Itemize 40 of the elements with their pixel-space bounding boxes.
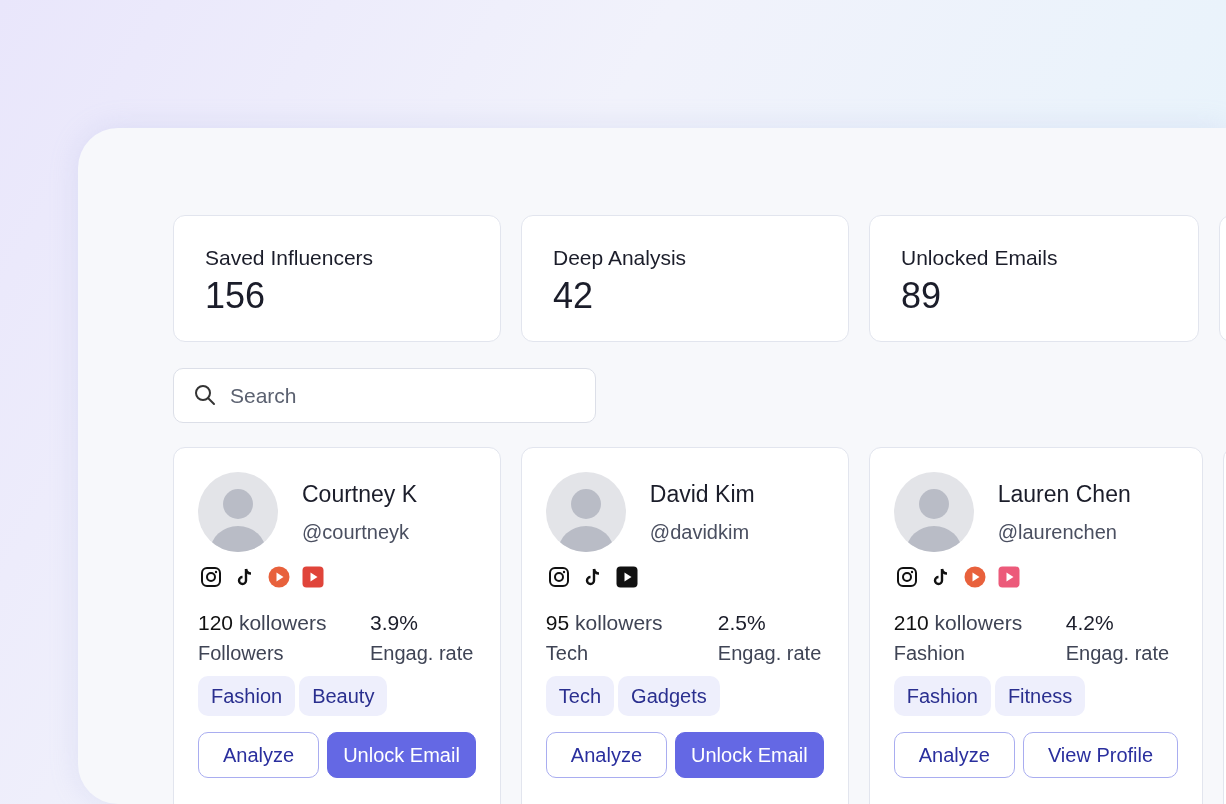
engagement-rate: 2.5% (717, 610, 766, 636)
follower-count: 120 kollowers (198, 610, 327, 636)
unlock-button[interactable]: Unlock Email (675, 732, 824, 778)
engagement-rate: 3.9% (370, 610, 418, 636)
camera-icon (200, 566, 222, 588)
search-field[interactable]: Search (173, 368, 596, 423)
stat-label: Saved Influencers (205, 245, 375, 271)
engagement-label: Engag. rate (370, 641, 474, 666)
category-tag: Beauty (299, 676, 388, 716)
stat-label: Deep Analysis (553, 245, 688, 271)
influencer-handle: @courtneyk (302, 520, 410, 546)
category-tag: Fashion (198, 676, 296, 716)
category-tag: Tech (545, 676, 615, 716)
action-button[interactable]: Analyze (545, 732, 667, 778)
engagement-rate: 4.2% (1065, 610, 1114, 636)
influencer-name: David Kim (649, 479, 755, 509)
category-tag: Fitness (994, 676, 1086, 716)
category-tag: Fashion (893, 676, 991, 716)
action-button[interactable]: Analyze (198, 732, 320, 778)
influencer-name: Courtney K (302, 479, 418, 509)
camera-icon (895, 566, 918, 588)
influencer-name: Lauren Chen (997, 479, 1131, 509)
camera-icon (547, 566, 570, 588)
engagement-label: Engag. rate (1065, 641, 1170, 666)
stat-value: 89 (901, 273, 943, 317)
unlock-button[interactable]: Unlock Email (327, 732, 476, 778)
follower-count: 210 kollowers (893, 610, 1023, 636)
influencer-handle: @laurenchen (997, 520, 1118, 546)
action-button[interactable]: View Profile (1022, 732, 1179, 778)
engagement-label: Engag. rate (717, 641, 822, 666)
influencer-handle: @davidkim (649, 520, 751, 546)
follower-label: Tech (545, 641, 589, 666)
category-tag: Gadgets (618, 676, 720, 716)
follower-count: 95 kollowers (545, 610, 663, 636)
follower-label: Fashion (893, 641, 965, 666)
stat-label: Unlocked Emails (901, 245, 1059, 271)
follower-label: Followers (198, 641, 284, 666)
stat-value: 42 (553, 273, 595, 317)
action-button[interactable]: Analyze (893, 732, 1015, 778)
stat-value: 156 (205, 273, 267, 317)
